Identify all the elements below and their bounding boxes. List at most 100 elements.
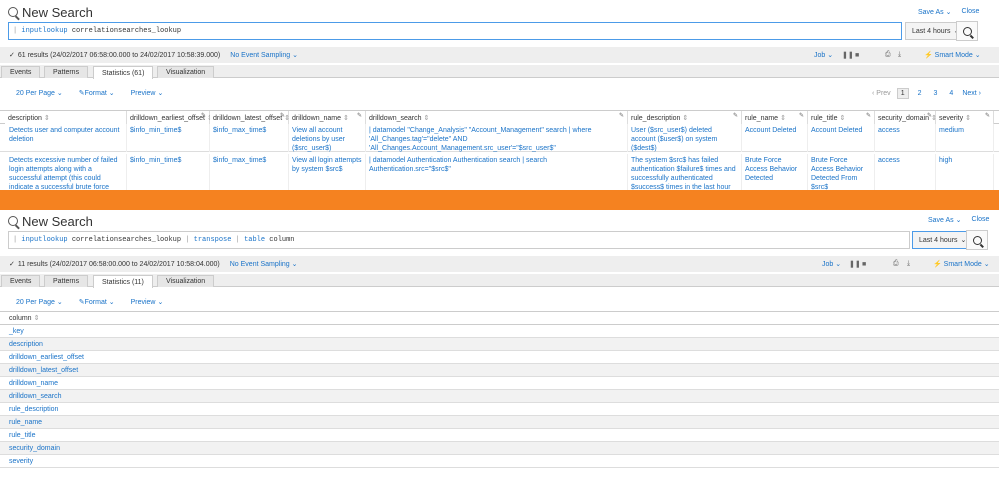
stop-icon[interactable]: ■ [855,52,859,59]
stop-icon[interactable]: ■ [862,261,866,268]
pause-icon[interactable]: ❚❚ [849,260,861,268]
print-icon[interactable]: ⎙ [885,51,891,59]
event-sampling-menu[interactable]: No Event Sampling ⌄ [230,260,298,268]
tab-patterns[interactable]: Patterns [44,66,89,78]
list-item[interactable]: drilldown_earliest_offset [0,351,999,364]
smart-mode-menu[interactable]: ⚡ Smart Mode ⌄ [933,260,990,268]
format-menu[interactable]: ✎Format ⌄ [79,298,115,306]
table-cell[interactable]: View all account deletions by user ($src… [289,124,366,152]
pencil-icon[interactable]: ✎ [985,112,990,119]
table-cell[interactable]: $info_max_time$ [210,154,289,190]
tab-events[interactable]: Events [1,275,41,287]
table-cell[interactable]: Account Deleted [808,124,875,152]
next-page[interactable]: Next › [962,90,981,97]
job-menu[interactable]: Job ⌄ [822,260,841,268]
list-item[interactable]: _key [0,325,999,338]
pencil-icon[interactable]: ✎ [866,112,871,119]
page-2[interactable]: 2 [915,89,925,98]
search-button[interactable] [966,230,988,250]
tab-visualization[interactable]: Visualization [157,66,215,78]
col-header-drilldown-name[interactable]: drilldown_name ⇕ ✎ [289,111,366,125]
pencil-icon[interactable]: ✎ [357,112,362,119]
preview-menu[interactable]: Preview ⌄ [131,298,164,306]
list-item[interactable]: drilldown_name [0,377,999,390]
col-header-drilldown-search[interactable]: drilldown_search ⇕ ✎ [366,111,628,125]
tab-visualization[interactable]: Visualization [157,275,215,287]
table-cell[interactable]: User ($src_user$) deleted account ($user… [628,124,742,152]
per-page-menu[interactable]: 20 Per Page ⌄ [16,89,63,97]
job-menu[interactable]: Job ⌄ [814,51,833,59]
table-cell[interactable]: access [875,124,936,152]
col-header-rule-name[interactable]: rule_name ⇕ ✎ [742,111,808,125]
event-sampling-menu[interactable]: No Event Sampling ⌄ [230,51,298,59]
export-icon[interactable]: ⤓ [907,260,910,268]
list-item[interactable]: rule_title [0,429,999,442]
list-item[interactable]: description [0,338,999,351]
table-cell[interactable]: Brute Force Access Behavior Detected [742,154,808,190]
list-item[interactable]: rule_description [0,403,999,416]
table-cell[interactable]: Detects user and computer account deleti… [6,124,127,152]
search-input[interactable]: | inputlookup correlationsearches_lookup… [8,231,910,249]
table-cell[interactable]: access [875,154,936,190]
close-link[interactable]: Close [972,216,990,224]
close-link[interactable]: Close [962,8,980,16]
page-3[interactable]: 3 [931,89,941,98]
tab-statistics[interactable]: Statistics (61) [93,66,154,79]
table-cell[interactable]: The system $src$ has failed authenticati… [628,154,742,190]
chevron-down-icon: ⌄ [945,9,952,16]
pencil-icon[interactable]: ✎ [927,112,932,119]
preview-menu[interactable]: Preview ⌄ [131,89,164,97]
save-as-menu[interactable]: Save As ⌄ [918,8,952,16]
table-cell[interactable]: Detects excessive number of failed login… [6,154,127,190]
chevron-down-icon: ⌄ [955,217,962,224]
prev-page[interactable]: ‹ Prev [872,90,891,97]
table-cell[interactable]: $info_min_time$ [127,124,210,152]
col-header-drilldown-earliest-offset[interactable]: drilldown_earliest_offset⇕✎ [127,111,213,125]
col-header-rule-description[interactable]: rule_description ⇕ ✎ [628,111,742,125]
search-icon [8,7,18,17]
check-icon: ✓ [9,52,15,59]
list-item[interactable]: rule_name [0,416,999,429]
col-header-column[interactable]: column ⇕ [0,311,999,325]
print-icon[interactable]: ⎙ [893,260,899,268]
page-1[interactable]: 1 [896,88,909,99]
sort-icon: ⇕ [682,115,689,122]
time-range-picker[interactable]: Last 4 hours⌄ [912,231,974,249]
tab-statistics[interactable]: Statistics (11) [93,275,153,288]
table-cell[interactable]: $info_min_time$ [127,154,210,190]
table-cell[interactable]: high [936,154,994,190]
list-item[interactable]: drilldown_latest_offset [0,364,999,377]
per-page-menu[interactable]: 20 Per Page ⌄ [16,298,63,306]
page-4[interactable]: 4 [946,89,956,98]
export-icon[interactable]: ⤓ [898,51,901,59]
col-header-security-domain[interactable]: security_domain ⇕ ✎ [875,111,937,125]
format-menu[interactable]: ✎Format ⌄ [79,89,115,97]
pencil-icon[interactable]: ✎ [201,112,206,119]
tab-events[interactable]: Events [1,66,41,78]
list-item[interactable]: severity [0,455,999,468]
table-cell[interactable]: $info_max_time$ [210,124,289,152]
col-header-severity[interactable]: severity ⇕ ✎ [936,111,994,125]
table-cell[interactable]: Brute Force Access Behavior Detected Fro… [808,154,875,190]
pencil-icon[interactable]: ✎ [280,112,285,119]
table-cell[interactable]: | datamodel "Change_Analysis" "Account_M… [366,124,628,152]
pencil-icon[interactable]: ✎ [733,112,738,119]
pencil-icon[interactable]: ✎ [619,112,624,119]
col-header-description[interactable]: description ⇕ [5,111,127,125]
list-item[interactable]: security_domain [0,442,999,455]
smart-mode-menu[interactable]: ⚡ Smart Mode ⌄ [924,51,981,59]
results-info: 61 results (24/02/2017 06:58:00.000 to 2… [17,51,221,59]
pause-icon[interactable]: ❚❚ [842,51,854,59]
col-header-drilldown-latest-offset[interactable]: drilldown_latest_offset ⇕ ✎ [210,111,290,125]
search-button[interactable] [956,21,978,41]
table-cell[interactable]: View all login attempts by system $src$ [289,154,366,190]
table-cell[interactable]: | datamodel Authentication Authenticatio… [366,154,628,190]
pencil-icon[interactable]: ✎ [799,112,804,119]
table-cell[interactable]: Account Deleted [742,124,808,152]
save-as-menu[interactable]: Save As ⌄ [928,216,962,224]
tab-patterns[interactable]: Patterns [44,275,89,287]
table-cell[interactable]: medium [936,124,994,152]
col-header-rule-title[interactable]: rule_title ⇕ ✎ [808,111,875,125]
list-item[interactable]: drilldown_search [0,390,999,403]
search-input[interactable]: | inputlookup correlationsearches_lookup [8,22,902,40]
